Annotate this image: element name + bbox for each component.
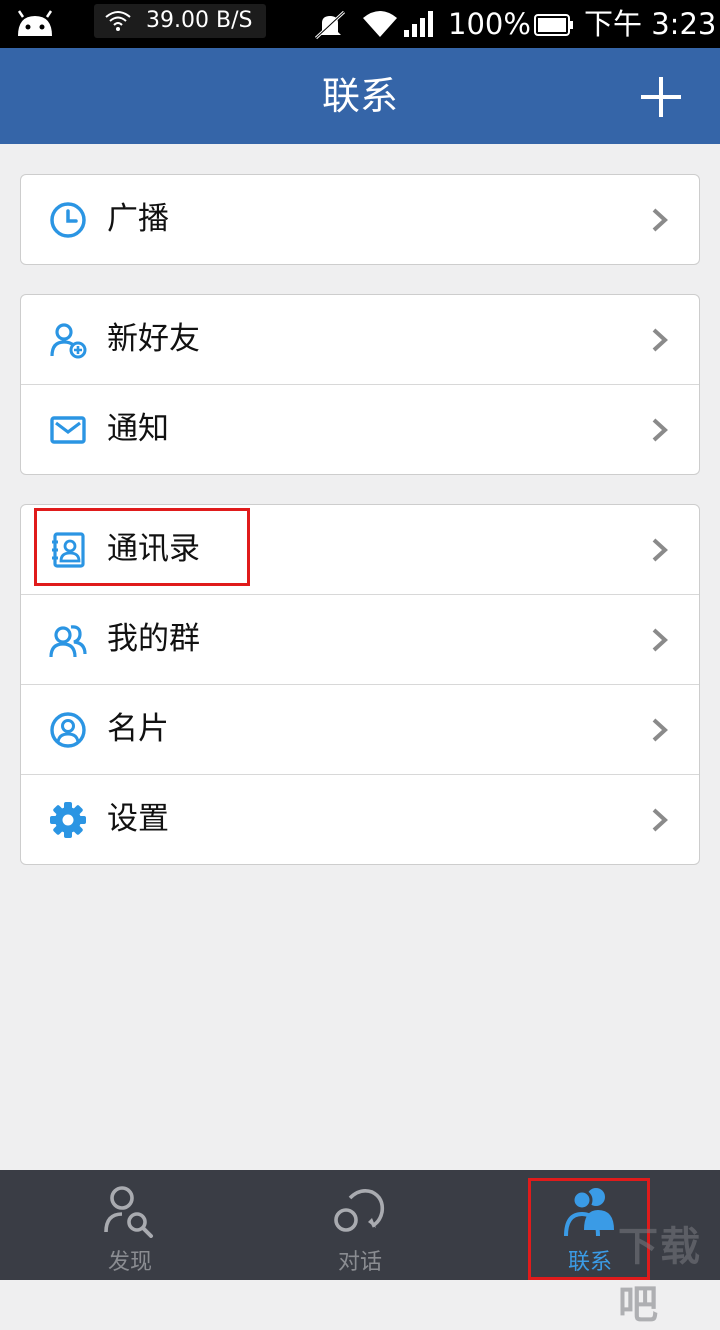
page-title: 联系 (321, 74, 398, 118)
menu-item-label: 新好友 (107, 321, 200, 357)
contacts-book-icon (52, 532, 85, 568)
bottom-navigation: 发现 对话 联系 (0, 1170, 720, 1280)
android-icon (17, 10, 53, 36)
plus-icon[interactable] (632, 68, 690, 126)
signal-icon (404, 11, 433, 37)
menu-item-label: 广播 (107, 201, 169, 237)
menu-item-label: 我的群 (107, 621, 200, 657)
menu-item-settings[interactable]: 设置 (21, 774, 699, 864)
vibrate-mute-icon (314, 10, 346, 40)
menu-item-label: 通讯录 (107, 531, 200, 567)
battery-percent: 100% (448, 7, 531, 41)
wifi-small-icon (105, 11, 131, 31)
friends-notify-group: 新好友 通知 (20, 294, 700, 475)
chat-icon (334, 1189, 385, 1232)
chevron-right-icon (652, 628, 668, 652)
menu-item-label: 通知 (107, 411, 169, 447)
clock-icon (50, 202, 86, 238)
net-speed-text: 39.00 B/S (146, 8, 253, 33)
chevron-right-icon (652, 718, 668, 742)
tab-discover[interactable]: 发现 (10, 1170, 250, 1280)
tab-contacts[interactable]: 联系 (470, 1170, 710, 1280)
add-friend-icon (50, 323, 87, 359)
tab-label: 对话 (337, 1250, 382, 1275)
profile-card-icon (50, 712, 86, 748)
contacts-icon (564, 1188, 614, 1237)
wifi-icon (363, 11, 397, 37)
battery-icon (534, 14, 573, 36)
menu-item-broadcast[interactable]: 广播 (21, 175, 699, 264)
chevron-right-icon (652, 418, 668, 442)
menu-item-my-groups[interactable]: 我的群 (21, 594, 699, 684)
envelope-icon (50, 416, 86, 444)
chevron-right-icon (652, 808, 668, 832)
tab-label: 发现 (107, 1250, 152, 1275)
discover-icon (104, 1186, 153, 1238)
menu-item-label: 名片 (107, 711, 169, 747)
tab-chat[interactable]: 对话 (240, 1170, 480, 1280)
menu-item-notifications[interactable]: 通知 (21, 384, 699, 474)
chevron-right-icon (652, 208, 668, 232)
menu-item-address-book[interactable]: 通讯录 (21, 505, 699, 594)
menu-item-business-card[interactable]: 名片 (21, 684, 699, 774)
clock-time: 下午 3:23 (584, 7, 717, 41)
net-speed-indicator: 39.00 B/S (94, 4, 266, 38)
gear-icon (50, 802, 86, 838)
status-bar: 39.00 B/S 100% 下午 3:23 (0, 0, 720, 48)
menu-item-label: 设置 (107, 801, 169, 837)
broadcast-group: 广播 (20, 174, 700, 265)
contacts-group: 通讯录 我的群 名片 设置 (20, 504, 700, 865)
chevron-right-icon (652, 328, 668, 352)
chevron-right-icon (652, 538, 668, 562)
menu-item-new-friends[interactable]: 新好友 (21, 295, 699, 384)
app-bar: 联系 (0, 48, 720, 144)
group-icon (49, 625, 87, 658)
tab-label: 联系 (567, 1250, 612, 1275)
